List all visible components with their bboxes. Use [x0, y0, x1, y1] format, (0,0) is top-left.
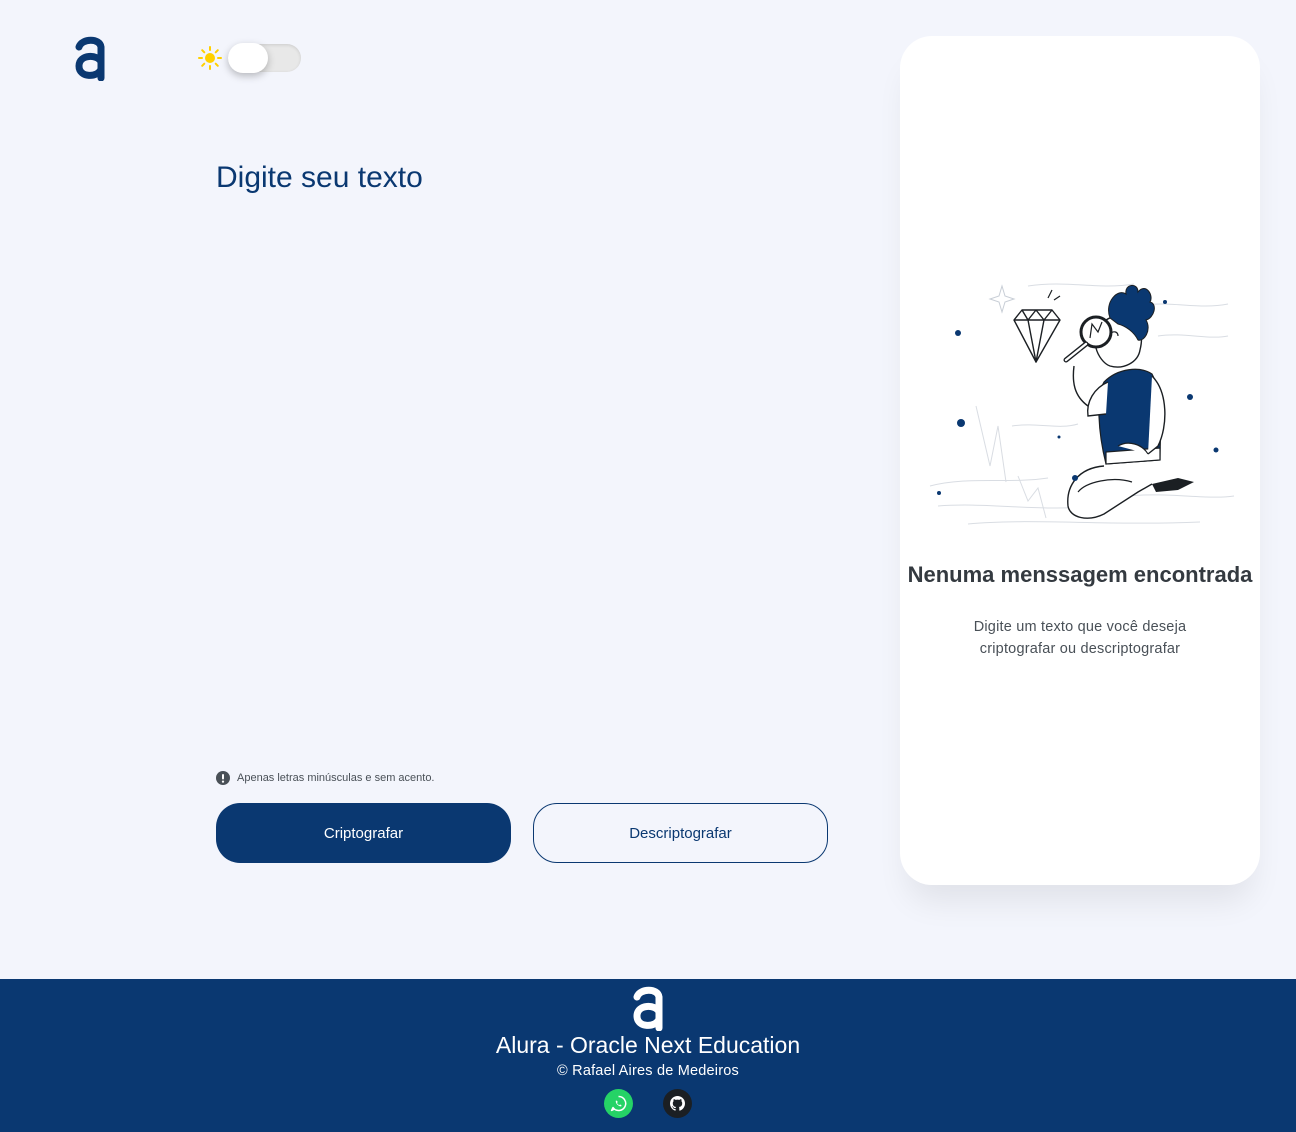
whatsapp-icon — [610, 1095, 627, 1112]
sun-icon — [198, 46, 222, 70]
exclamation-circle-icon — [216, 771, 230, 785]
theme-toggle[interactable] — [198, 42, 306, 74]
encrypt-button[interactable]: Criptografar — [216, 803, 511, 863]
message-input[interactable] — [216, 156, 828, 746]
alura-logo-icon — [633, 986, 663, 1031]
footer: Alura - Oracle Next Education © Rafael A… — [0, 979, 1296, 1132]
theme-switch-knob[interactable] — [228, 43, 268, 73]
alura-logo-icon — [75, 36, 105, 81]
person-magnifying-glass-illustration — [929, 283, 1235, 525]
footer-title: Alura - Oracle Next Education — [495, 1032, 801, 1058]
theme-switch-track[interactable] — [228, 43, 301, 73]
hint-text: Apenas letras minúsculas e sem acento. — [237, 772, 435, 784]
whatsapp-link[interactable] — [604, 1089, 633, 1118]
github-icon — [670, 1096, 685, 1111]
input-hint: Apenas letras minúsculas e sem acento. — [216, 771, 435, 785]
decrypt-button[interactable]: Descriptografar — [533, 803, 828, 863]
github-link[interactable] — [663, 1089, 692, 1118]
output-text: Digite um texto que você deseja criptogr… — [973, 619, 1187, 657]
output-panel: Nenuma menssagem encontrada Digite um te… — [900, 36, 1260, 885]
footer-credit: © Rafael Aires de Medeiros — [557, 1063, 739, 1079]
output-title: Nenuma menssagem encontrada — [907, 562, 1253, 587]
